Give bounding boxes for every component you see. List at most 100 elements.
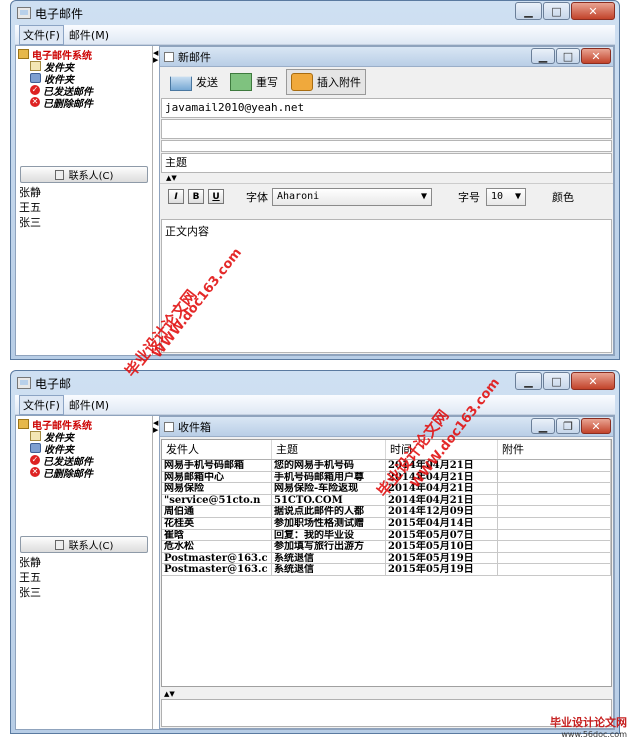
contact-item[interactable]: 张静 — [19, 185, 152, 200]
cell-attachment — [498, 460, 611, 471]
cc-field[interactable] — [161, 119, 612, 139]
menu-file[interactable]: 文件(F) — [19, 394, 64, 415]
contact-item[interactable]: 张静 — [19, 555, 152, 570]
minimize-button[interactable]: ▁ — [515, 372, 542, 390]
cell-subject: 51CTO.COM — [272, 494, 386, 506]
frame-minimize-button[interactable]: ▁ — [531, 48, 555, 64]
cell-attachment — [498, 483, 611, 494]
close-button[interactable]: ✕ — [571, 2, 615, 20]
cell-attachment — [498, 471, 611, 483]
window-titlebar[interactable]: 电子邮件 ▁ □ ✕ — [11, 1, 619, 25]
menu-mail[interactable]: 邮件(M) — [66, 396, 112, 414]
menu-bar: 文件(F) 邮件(M) — [15, 24, 615, 45]
contact-item[interactable]: 王五 — [19, 570, 152, 585]
send-button[interactable]: 发送 — [166, 69, 222, 95]
cell-sender: "service@51cto.n — [162, 494, 272, 506]
frame-minimize-button[interactable]: ▁ — [531, 418, 555, 434]
bcc-field[interactable] — [161, 140, 612, 152]
cell-sender: 危水松 — [162, 541, 272, 552]
send-icon — [170, 76, 192, 91]
column-header-subject[interactable]: 主题 — [272, 440, 386, 459]
table-header: 发件人 主题 时间 附件 — [162, 440, 611, 460]
menu-bar: 文件(F) 邮件(M) — [15, 394, 615, 415]
folder-icon — [18, 419, 29, 429]
size-select[interactable]: 10 ▼ — [486, 187, 526, 206]
window-title: 电子邮 — [35, 376, 72, 391]
envelope-icon — [30, 61, 41, 71]
table-row[interactable]: Postmaster@163.c 系统退信 2015年05月19日 — [162, 564, 611, 576]
cell-time: 2015年04月14日 — [386, 517, 498, 529]
split-arrows[interactable]: ◀ ▶ — [153, 420, 158, 434]
table-row[interactable]: 危水松 参加填写旅行出游方 2015年05月10日 — [162, 541, 611, 553]
tree-item-outbox[interactable]: 发件夹 — [18, 60, 152, 74]
menu-file[interactable]: 文件(F) — [19, 24, 64, 45]
contact-item[interactable]: 张三 — [19, 585, 152, 600]
underline-button[interactable]: U — [208, 189, 224, 204]
table-row[interactable]: 崔晗 回复：我的毕业设 2015年05月07日 — [162, 529, 611, 542]
table-row[interactable]: 周伯通 据说点此邮件的人都 2014年12月09日 — [162, 506, 611, 518]
split-arrows[interactable]: ◀ ▶ — [153, 50, 158, 64]
contact-item[interactable]: 王五 — [19, 200, 152, 215]
tree-item-deleted[interactable]: ✕ 已删除邮件 — [18, 466, 152, 480]
table-row[interactable]: 花桂英 参加职场性格测试赠 2015年04月14日 — [162, 517, 611, 530]
maximize-button[interactable]: □ — [543, 372, 570, 390]
italic-button[interactable]: I — [168, 189, 184, 204]
tree-item-deleted[interactable]: ✕ 已删除邮件 — [18, 96, 152, 110]
format-toolbar: I B U 字体 Aharoni ▼ 字号 10 ▼ 颜色 — [160, 183, 613, 209]
left-panel: 电子邮件系统 发件夹 收件夹 ✓ 已发送邮件 ✕ 已删除邮件 联系人(C) 张静 王… — [16, 46, 153, 355]
column-header-sender[interactable]: 发件人 — [162, 440, 272, 459]
cell-time: 2015年05月10日 — [386, 541, 498, 552]
cell-time: 2014年12月09日 — [386, 506, 498, 517]
tree-root[interactable]: 电子邮件系统 — [18, 48, 152, 62]
frame-title: 收件箱 — [178, 420, 211, 434]
cell-attachment — [498, 529, 611, 541]
contacts-icon — [54, 169, 64, 180]
frame-maximize-button[interactable]: □ — [556, 48, 580, 64]
new-mail-frame: 新邮件 ▁ □ ✕ 发送 重写 插入附件 javamail2010@yeah.n… — [159, 46, 614, 355]
contacts-button[interactable]: 联系人(C) — [20, 536, 148, 553]
inner-titlebar[interactable]: 收件箱 ▁ ❐ ✕ — [160, 417, 613, 437]
cell-sender: Postmaster@163.c — [162, 564, 272, 575]
tree-item-outbox[interactable]: 发件夹 — [18, 430, 152, 444]
bold-button[interactable]: B — [188, 189, 204, 204]
body-editor[interactable]: 正文内容 — [161, 219, 612, 353]
subject-field[interactable]: 主题 — [161, 153, 612, 173]
split-arrows-horizontal[interactable]: ▲▼ — [160, 173, 613, 183]
column-header-attachment[interactable]: 附件 — [498, 440, 611, 459]
attachment-icon — [291, 73, 313, 91]
tree-root[interactable]: 电子邮件系统 — [18, 418, 152, 432]
split-arrows-horizontal[interactable]: ▲▼ — [164, 690, 175, 698]
cell-sender: 周伯通 — [162, 506, 272, 517]
window-title: 电子邮件 — [35, 6, 84, 21]
cell-subject: 据说点此邮件的人都 — [272, 506, 386, 517]
footer-watermark: 毕业设计论文网 www.56doc.com — [550, 717, 627, 741]
frame-close-button[interactable]: ✕ — [581, 48, 611, 64]
table-row[interactable]: Postmaster@163.c 系统退信 2015年05月19日 — [162, 552, 611, 565]
compose-toolbar: 发送 重写 插入附件 — [160, 67, 613, 97]
size-label: 字号 — [458, 190, 480, 204]
check-circle-icon: ✓ — [30, 455, 40, 465]
rewrite-button[interactable]: 重写 — [226, 69, 282, 95]
cell-attachment — [498, 506, 611, 517]
cell-time: 2014年04月21日 — [386, 494, 498, 506]
folder-tree: 电子邮件系统 发件夹 收件夹 ✓ 已发送邮件 ✕ 已删除邮件 — [16, 46, 152, 161]
frame-close-button[interactable]: ✕ — [581, 418, 611, 434]
font-select[interactable]: Aharoni ▼ — [272, 187, 432, 206]
frame-restore-button[interactable]: ❐ — [556, 418, 580, 434]
contacts-button[interactable]: 联系人(C) — [20, 166, 148, 183]
cell-sender: Postmaster@163.c — [162, 552, 272, 564]
inbox-icon — [30, 443, 41, 453]
color-label[interactable]: 颜色 — [552, 189, 574, 205]
attach-button[interactable]: 插入附件 — [286, 69, 366, 95]
minimize-button[interactable]: ▁ — [515, 2, 542, 20]
contact-item[interactable]: 张三 — [19, 215, 152, 230]
menu-mail[interactable]: 邮件(M) — [66, 26, 112, 44]
close-button[interactable]: ✕ — [571, 372, 615, 390]
to-field[interactable]: javamail2010@yeah.net — [161, 98, 612, 118]
cell-subject: 回复：我的毕业设 — [272, 529, 386, 541]
mail-preview-pane[interactable] — [161, 699, 612, 727]
maximize-button[interactable]: □ — [543, 2, 570, 20]
inner-titlebar[interactable]: 新邮件 ▁ □ ✕ — [160, 47, 613, 67]
contacts-list: 张静 王五 张三 — [16, 555, 152, 600]
window-titlebar[interactable]: 电子邮 ▁ □ ✕ — [11, 371, 619, 395]
